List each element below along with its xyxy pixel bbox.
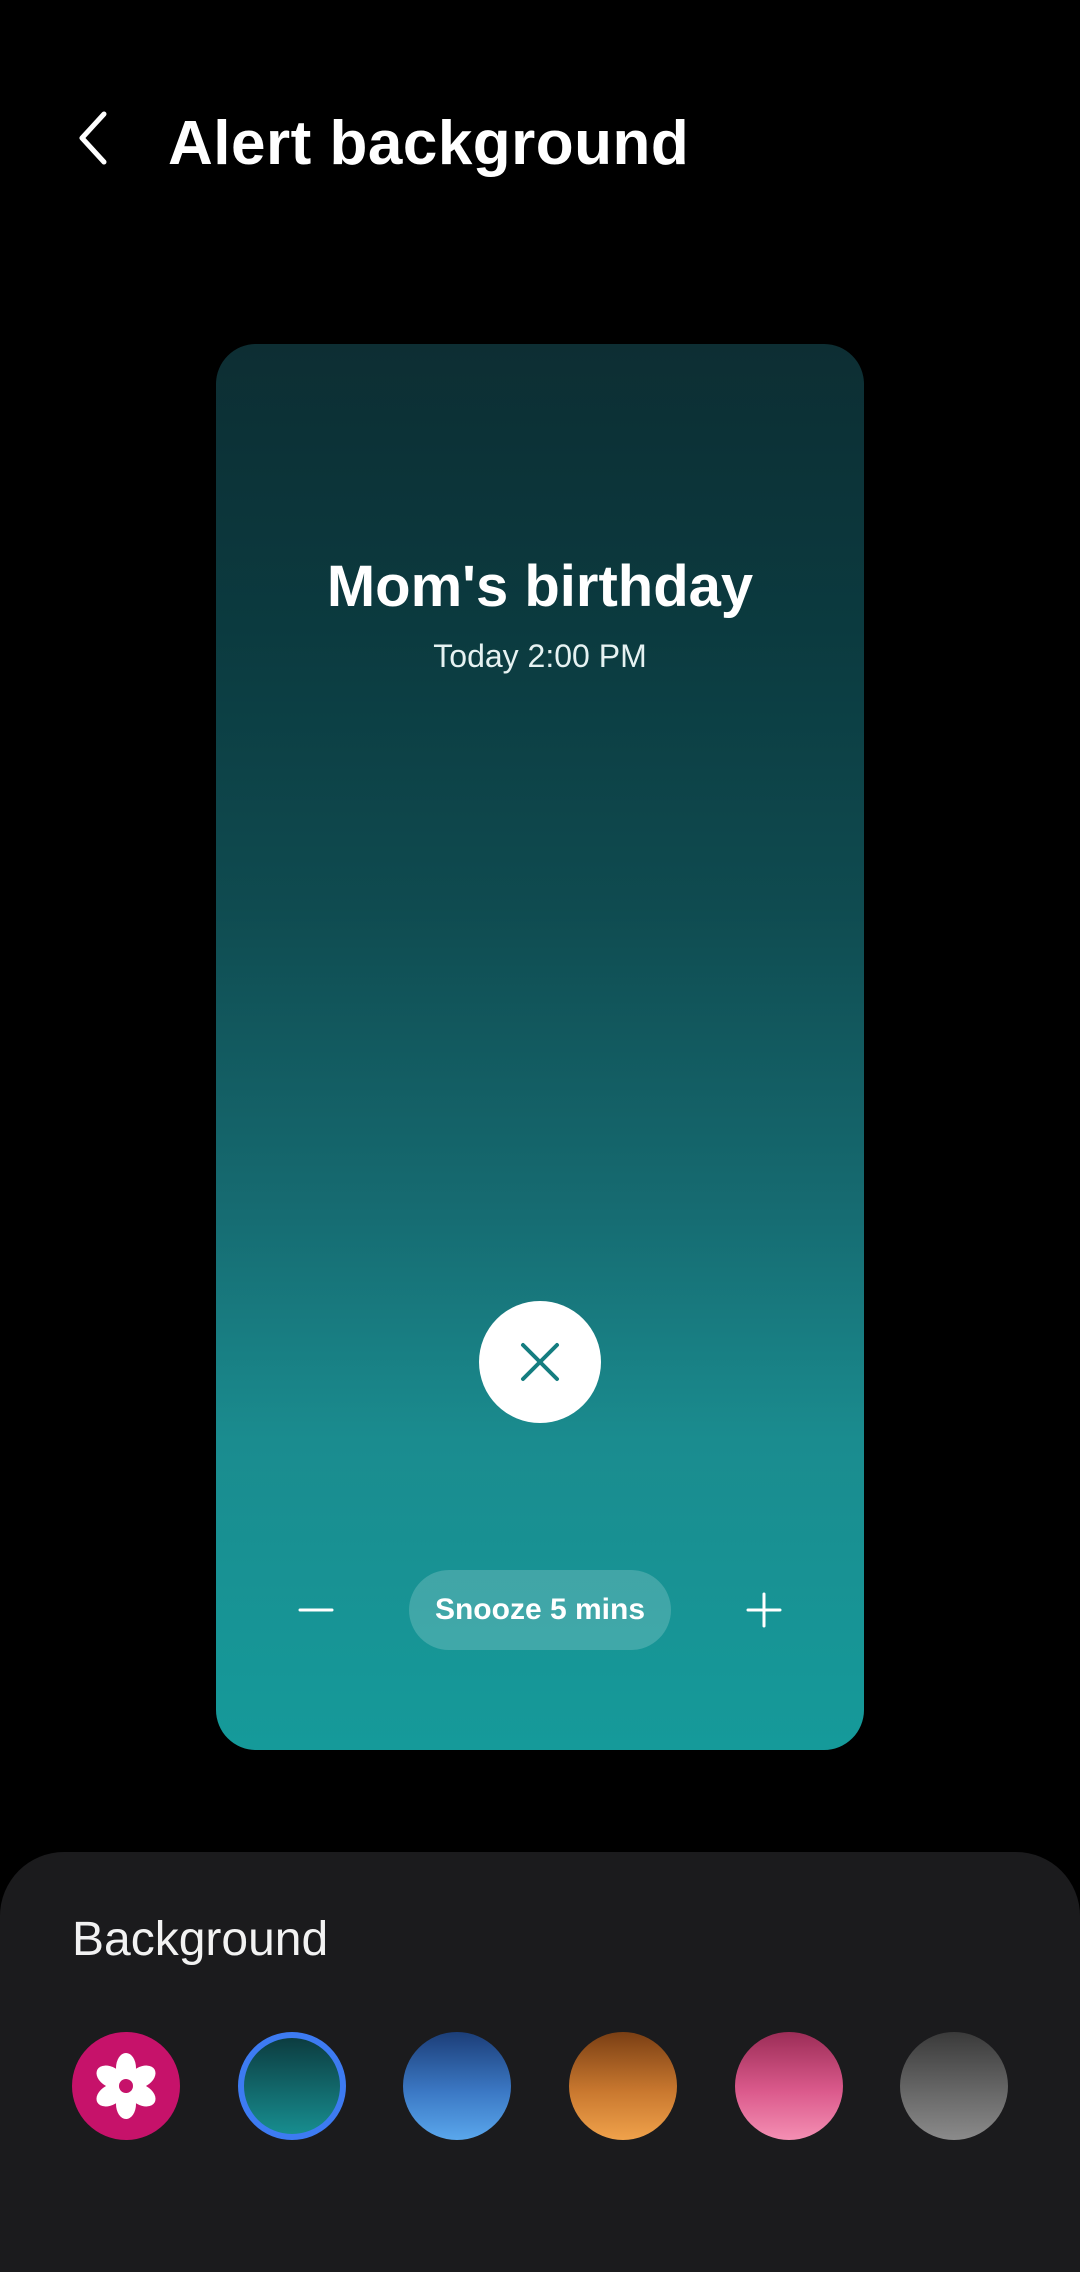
back-button[interactable] xyxy=(56,100,132,176)
background-section-label: Background xyxy=(72,1913,329,1966)
close-icon xyxy=(521,1343,559,1381)
snooze-button[interactable]: Snooze 5 mins xyxy=(409,1570,671,1650)
snooze-controls: Snooze 5 mins xyxy=(216,1570,864,1650)
background-option-teal[interactable] xyxy=(238,2032,346,2140)
background-option-pink[interactable] xyxy=(735,2032,843,2140)
background-option-gray[interactable] xyxy=(900,2032,1008,2140)
alarm-time: Today 2:00 PM xyxy=(433,638,647,674)
alert-preview-card: Mom's birthday Today 2:00 PM Snooze 5 mi… xyxy=(216,344,864,1750)
minus-icon xyxy=(298,1608,334,1612)
background-picker-sheet: Background xyxy=(0,1852,1080,2272)
background-option-flower[interactable] xyxy=(72,2032,180,2140)
alarm-name: Mom's birthday xyxy=(326,554,754,619)
page-title: Alert background xyxy=(168,109,690,178)
app-header: Alert background xyxy=(0,0,1080,290)
dismiss-button[interactable] xyxy=(479,1301,601,1423)
snooze-decrease-button[interactable] xyxy=(286,1580,346,1640)
background-option-orange[interactable] xyxy=(569,2032,677,2140)
background-option-blue[interactable] xyxy=(403,2032,511,2140)
flower-icon xyxy=(96,2053,156,2119)
plus-icon xyxy=(746,1592,782,1628)
chevron-left-icon xyxy=(79,111,107,165)
snooze-increase-button[interactable] xyxy=(734,1580,794,1640)
